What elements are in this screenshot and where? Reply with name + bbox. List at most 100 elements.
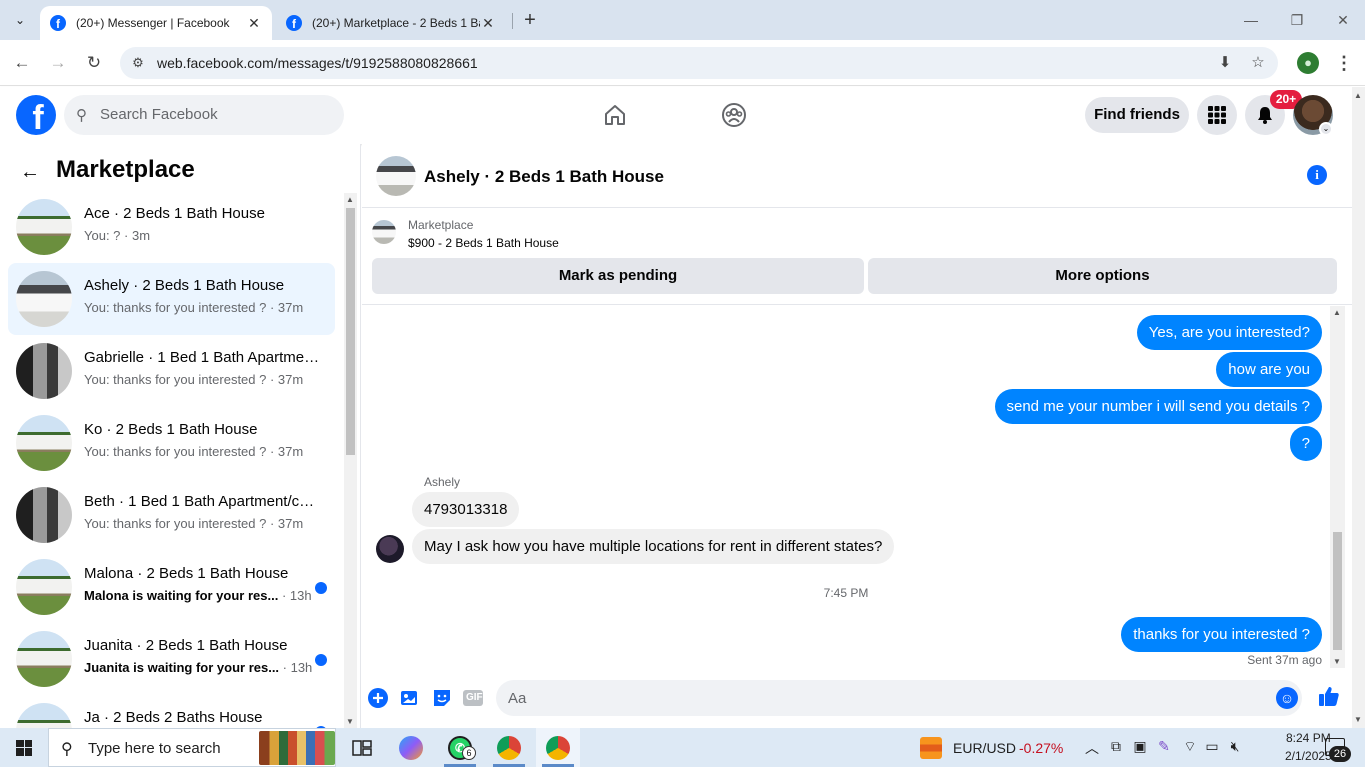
install-app-icon[interactable]: ⬇ bbox=[1215, 53, 1235, 73]
incoming-message[interactable]: May I ask how you have multiple location… bbox=[412, 529, 895, 564]
sidebar-title: Marketplace bbox=[56, 156, 195, 183]
conversation-thumbnail bbox=[16, 631, 72, 687]
tab-messenger[interactable]: f (20+) Messenger | Facebook ✕ bbox=[40, 6, 272, 40]
tab-search-chevron-icon[interactable]: ⌄ bbox=[8, 8, 32, 32]
facebook-favicon-icon: f bbox=[286, 15, 302, 31]
window-close-icon[interactable]: ✕ bbox=[1328, 8, 1358, 32]
scroll-up-arrow-icon[interactable]: ▲ bbox=[1354, 91, 1362, 100]
message-timestamp: 7:45 PM bbox=[823, 586, 869, 600]
show-hidden-icons-chevron-icon[interactable]: ︿ bbox=[1082, 738, 1102, 758]
groups-icon[interactable] bbox=[720, 101, 748, 129]
wifi-icon[interactable]: ⌔ bbox=[1180, 738, 1200, 756]
whatsapp-icon[interactable]: ✆ 6 bbox=[438, 728, 482, 767]
ticker-value[interactable]: -0.27% bbox=[1019, 740, 1063, 756]
facebook-search-input[interactable]: ⚲ Search Facebook bbox=[64, 95, 344, 135]
profile-icon[interactable]: ● bbox=[1297, 52, 1319, 74]
start-button[interactable] bbox=[0, 728, 48, 767]
battery-icon[interactable]: ▭ bbox=[1202, 738, 1222, 755]
conversation-time: · 37m bbox=[266, 372, 304, 387]
browser-menu-icon[interactable]: ⋮ bbox=[1334, 51, 1354, 75]
address-bar[interactable]: ⚙ web.facebook.com/messages/t/9192588080… bbox=[120, 47, 1278, 79]
conversation-preview: You: thanks for you interested ? bbox=[84, 444, 267, 459]
info-icon[interactable]: i bbox=[1307, 165, 1327, 185]
outgoing-message[interactable]: ? bbox=[1289, 426, 1322, 461]
incoming-message[interactable]: 4793013318 bbox=[412, 492, 520, 527]
scroll-down-arrow-icon[interactable]: ▼ bbox=[1354, 715, 1362, 724]
menu-grid-icon[interactable] bbox=[1197, 95, 1237, 135]
forward-arrow-icon[interactable]: → bbox=[46, 51, 70, 75]
sticker-icon[interactable] bbox=[431, 687, 453, 709]
outgoing-message[interactable]: how are you bbox=[1216, 352, 1322, 387]
camera-icon[interactable]: ▣ bbox=[1130, 738, 1150, 755]
clock-time[interactable]: 8:24 PM bbox=[1286, 731, 1331, 745]
emoji-icon[interactable]: ☺ bbox=[1276, 687, 1298, 709]
conversation-item[interactable]: Ja · 2 Beds 2 Baths House bbox=[8, 695, 335, 728]
home-icon[interactable] bbox=[601, 101, 629, 129]
mark-as-pending-button[interactable]: Mark as pending bbox=[372, 258, 864, 294]
conversation-time: · 37m bbox=[266, 516, 304, 531]
back-arrow-icon[interactable]: ← bbox=[10, 51, 34, 75]
tab-close-icon[interactable]: ✕ bbox=[246, 15, 262, 32]
volume-muted-icon[interactable]: 🔇︎ bbox=[1225, 738, 1245, 755]
conversation-item[interactable]: Ko · 2 Beds 1 Bath House You: thanks for … bbox=[8, 407, 335, 479]
message-scrollbar[interactable]: ▲ ▼ bbox=[1330, 306, 1345, 668]
reload-icon[interactable]: ↻ bbox=[82, 51, 106, 75]
conversation-preview: You: thanks for you interested ? bbox=[84, 300, 267, 315]
conversation-item[interactable]: Ashely · 2 Beds 1 Bath House You: thanks … bbox=[8, 263, 335, 335]
listing-price-title[interactable]: $900 - 2 Beds 1 Bath House bbox=[408, 236, 559, 250]
conversation-item[interactable]: Malona · 2 Beds 1 Bath House Malona is wa… bbox=[8, 551, 335, 623]
taskbar-search-placeholder: Type here to search bbox=[88, 740, 221, 757]
thumbs-up-icon[interactable] bbox=[1316, 685, 1342, 711]
facebook-header: f ⚲ Search Facebook Find friends 20+ ⌄ bbox=[0, 87, 1352, 144]
ticker-name[interactable]: EUR/USD bbox=[953, 740, 1016, 756]
bookmark-star-icon[interactable]: ☆ bbox=[1248, 53, 1268, 73]
scroll-up-arrow-icon[interactable]: ▲ bbox=[1333, 308, 1341, 317]
scroll-up-arrow-icon[interactable]: ▲ bbox=[346, 195, 354, 204]
photo-icon[interactable] bbox=[399, 687, 421, 709]
facebook-favicon-icon: f bbox=[50, 15, 66, 31]
scrollbar-thumb[interactable] bbox=[1333, 532, 1342, 650]
browser-tab-strip: ⌄ f (20+) Messenger | Facebook ✕ f (20+)… bbox=[0, 0, 1365, 40]
chat-title[interactable]: Ashely · 2 Beds 1 Bath House bbox=[424, 167, 664, 187]
chrome-profile-icon[interactable] bbox=[487, 728, 531, 767]
back-arrow-icon[interactable]: ← bbox=[20, 161, 40, 184]
tab-close-icon[interactable]: ✕ bbox=[480, 15, 496, 32]
copilot-icon[interactable] bbox=[389, 728, 433, 767]
message-input[interactable] bbox=[496, 680, 1302, 716]
taskbar-search-box[interactable]: ⚲ Type here to search bbox=[48, 728, 336, 767]
conversation-item[interactable]: Beth · 1 Bed 1 Bath Apartment/condo You: … bbox=[8, 479, 335, 551]
meet-now-icon[interactable]: ⧉ bbox=[1106, 738, 1126, 755]
account-chevron-icon[interactable]: ⌄ bbox=[1319, 122, 1333, 136]
task-view-icon[interactable] bbox=[340, 728, 384, 767]
sender-avatar[interactable] bbox=[376, 535, 404, 563]
scroll-down-arrow-icon[interactable]: ▼ bbox=[1333, 657, 1341, 666]
scrollbar-thumb[interactable] bbox=[346, 208, 355, 455]
url-text[interactable]: web.facebook.com/messages/t/919258808082… bbox=[157, 55, 478, 71]
facebook-logo-icon[interactable]: f bbox=[16, 95, 56, 135]
outgoing-message[interactable]: send me your number i will send you deta… bbox=[994, 389, 1322, 424]
chrome-icon[interactable] bbox=[536, 728, 580, 767]
copilot-glyph bbox=[399, 735, 423, 760]
scroll-down-arrow-icon[interactable]: ▼ bbox=[346, 717, 354, 726]
conversation-item[interactable]: Ace · 2 Beds 1 Bath House You: ? · 3m bbox=[8, 191, 335, 263]
tab-marketplace[interactable]: f (20+) Marketplace - 2 Beds 1 Bath Hous… bbox=[276, 6, 506, 40]
outgoing-message[interactable]: Yes, are you interested? bbox=[1136, 315, 1322, 350]
page-scrollbar[interactable]: ▲ ▼ bbox=[1352, 87, 1365, 728]
unread-dot bbox=[315, 654, 327, 666]
pen-icon[interactable]: ✎ bbox=[1154, 738, 1174, 755]
more-options-button[interactable]: More options bbox=[868, 258, 1337, 294]
conversation-preview-line: Malona is waiting for your res... · 13h bbox=[84, 588, 324, 603]
conversation-item[interactable]: Gabrielle · 1 Bed 1 Bath Apartment/condo… bbox=[8, 335, 335, 407]
stock-ticker-icon[interactable] bbox=[920, 737, 942, 759]
restore-icon[interactable]: ❐ bbox=[1282, 8, 1312, 32]
conversation-item[interactable]: Juanita · 2 Beds 1 Bath House Juanita is … bbox=[8, 623, 335, 695]
site-settings-icon[interactable]: ⚙ bbox=[130, 55, 146, 71]
listing-avatar[interactable] bbox=[376, 156, 416, 196]
outgoing-message[interactable]: thanks for you interested ? bbox=[1121, 617, 1322, 652]
minimize-icon[interactable]: — bbox=[1236, 8, 1266, 32]
new-tab-button[interactable]: + bbox=[518, 8, 542, 32]
sidebar-scrollbar[interactable]: ▲ ▼ bbox=[344, 193, 357, 728]
listing-thumbnail[interactable] bbox=[372, 220, 396, 244]
plus-circle-icon[interactable] bbox=[367, 687, 389, 709]
find-friends-button[interactable]: Find friends bbox=[1085, 97, 1189, 133]
